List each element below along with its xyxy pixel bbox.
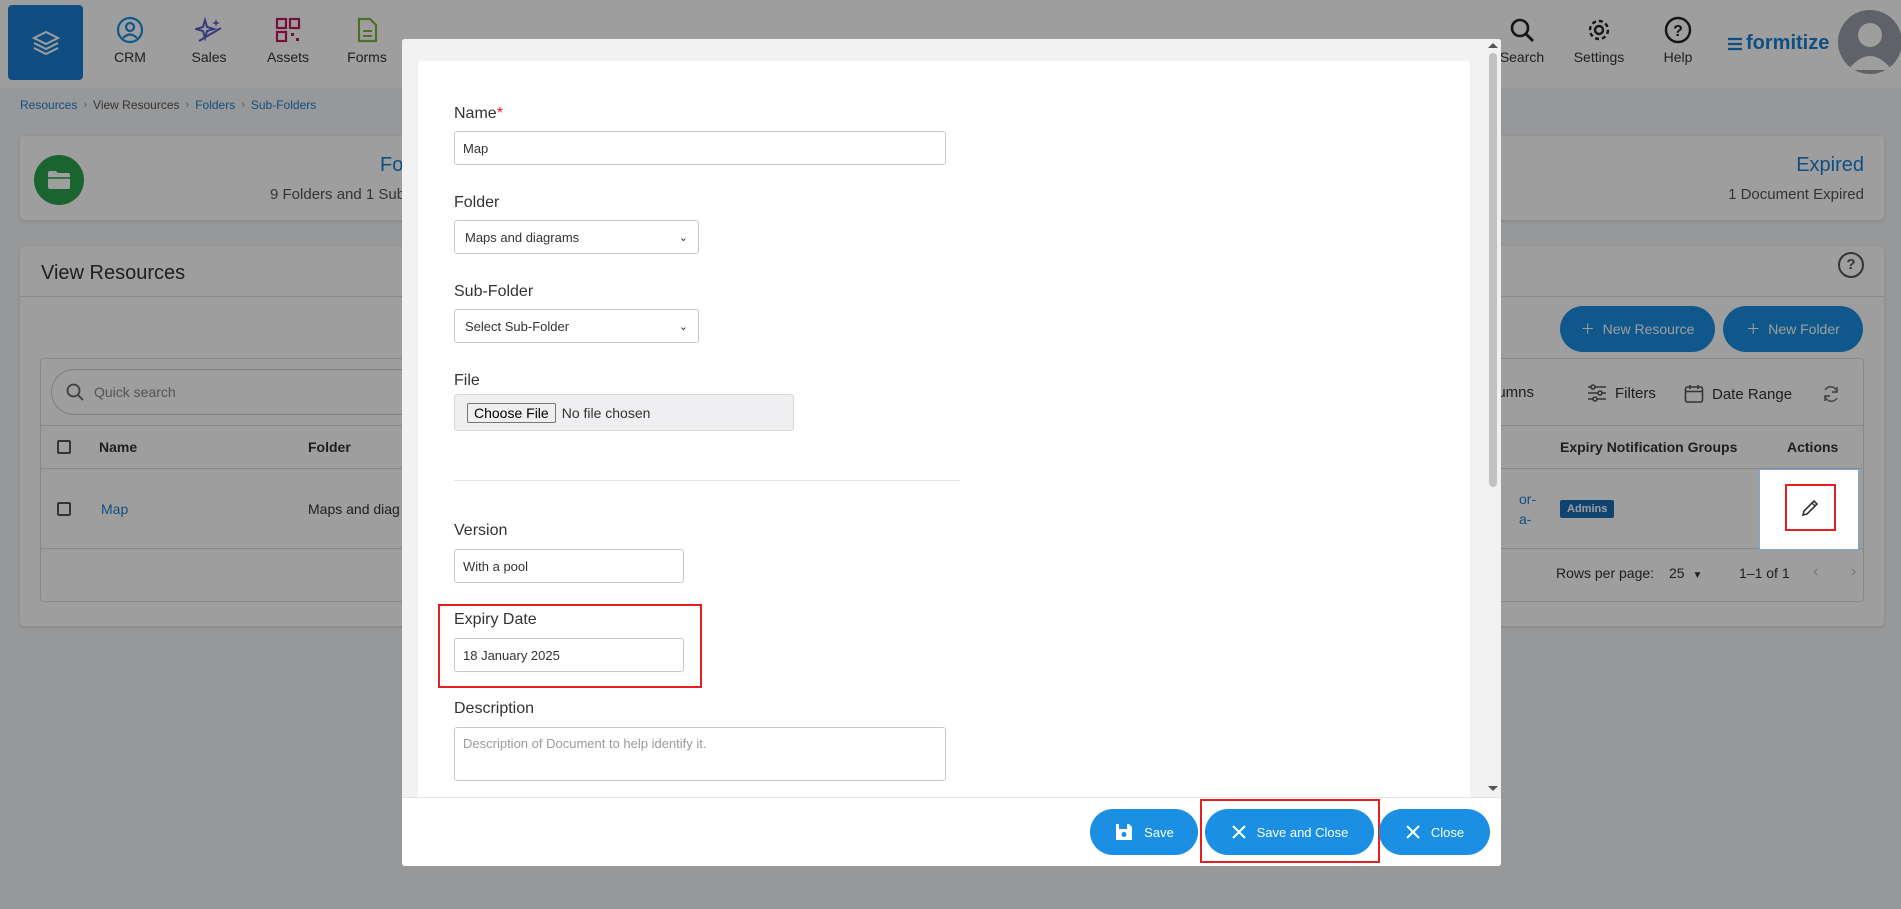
chevron-down-icon: ⌄	[678, 320, 688, 333]
subfolder-select[interactable]: Select Sub-Folder ⌄	[454, 309, 699, 343]
description-label: Description	[454, 700, 535, 717]
description-textarea[interactable]: Description of Document to help identify…	[454, 727, 946, 781]
actions-cell	[1759, 469, 1859, 550]
close-x-icon	[1406, 825, 1420, 839]
file-label: File	[454, 372, 480, 389]
section-divider	[454, 480, 960, 481]
required-mark: *	[496, 105, 503, 122]
edit-resource-modal: Name* Map Folder Maps and diagrams ⌄ Sub…	[402, 39, 1501, 866]
floppy-disk-icon	[1116, 824, 1133, 840]
no-file-chosen-text: No file chosen	[561, 404, 651, 421]
scroll-thumb[interactable]	[1489, 53, 1497, 487]
folder-select[interactable]: Maps and diagrams ⌄	[454, 220, 699, 254]
expiry-date-label: Expiry Date	[454, 611, 537, 628]
resource-form: Name* Map Folder Maps and diagrams ⌄ Sub…	[418, 61, 1470, 801]
modal-footer: Save Save and Close Close	[402, 797, 1501, 866]
modal-scrollbar[interactable]	[1485, 39, 1501, 797]
folder-label: Folder	[454, 194, 500, 211]
subfolder-label: Sub-Folder	[454, 283, 534, 300]
chevron-down-icon: ⌄	[678, 231, 688, 244]
save-button[interactable]: Save	[1090, 809, 1198, 855]
modal-scroll-area[interactable]: Name* Map Folder Maps and diagrams ⌄ Sub…	[402, 39, 1501, 801]
close-x-icon	[1231, 825, 1246, 839]
save-and-close-button[interactable]: Save and Close	[1205, 809, 1374, 855]
close-button[interactable]: Close	[1379, 809, 1490, 855]
name-label: Name*	[454, 105, 503, 122]
scroll-down-arrow-icon[interactable]	[1488, 786, 1498, 791]
choose-file-button[interactable]: Choose File	[467, 402, 556, 423]
version-input[interactable]: With a pool	[454, 549, 684, 583]
name-input[interactable]: Map	[454, 131, 946, 165]
version-label: Version	[454, 522, 508, 539]
file-picker[interactable]: Choose File No file chosen	[454, 394, 794, 431]
expiry-date-input[interactable]: 18 January 2025	[454, 638, 684, 672]
pencil-edit-icon[interactable]	[1800, 498, 1820, 523]
scroll-up-arrow-icon[interactable]	[1488, 43, 1498, 48]
